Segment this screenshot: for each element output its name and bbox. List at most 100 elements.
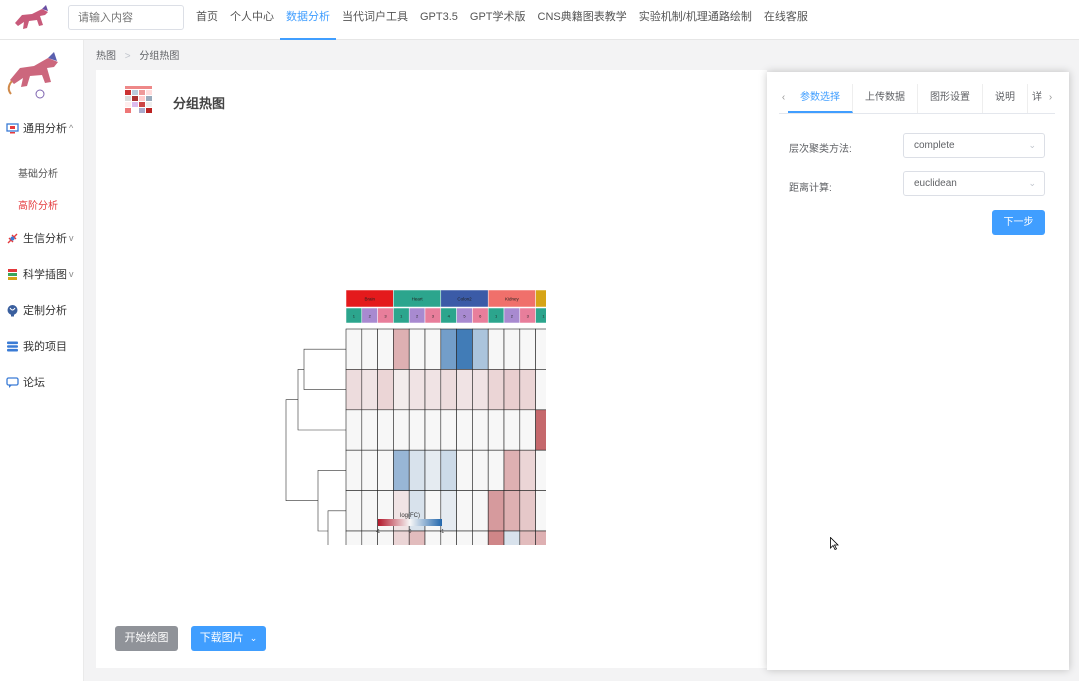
heatmap-cell <box>519 369 536 411</box>
heatmap-cell <box>345 409 363 451</box>
heatmap-cell <box>408 409 426 451</box>
sidebar-group-forum[interactable]: 论坛 <box>6 374 45 390</box>
sidebar-group-custom-analysis[interactable]: 定制分析 <box>6 302 67 318</box>
heatmap-cell <box>361 328 378 370</box>
heatmap-cell <box>487 449 505 491</box>
heatmap-cell <box>456 449 473 491</box>
distance-metric-value: euclidean <box>914 178 957 189</box>
main-content: 分组热图 BrainHeartColon2KidneyLiverWkdSub 1… <box>96 70 767 668</box>
tab-scroll-left-icon[interactable]: ‹ <box>779 84 788 113</box>
settings-panel: ‹ 参数选择 上传数据 图形设置 说明 详 › 层次聚类方法: complete… <box>767 72 1069 670</box>
chevron-down-icon: ⌄ <box>1028 178 1036 188</box>
heatmap-cell <box>519 328 536 370</box>
heatmap-cell <box>424 328 442 370</box>
heatmap-cell <box>503 369 521 411</box>
heatmap-cell <box>472 328 489 370</box>
heatmap-cell <box>345 530 363 545</box>
heatmap-cell <box>519 490 536 532</box>
tab-parameters[interactable]: 参数选择 <box>788 84 853 113</box>
tab-upload-data[interactable]: 上传数据 <box>853 84 918 113</box>
chevron-down-icon: ⌄ <box>249 633 258 643</box>
heatmap-cell <box>345 369 363 411</box>
heatmap-cell <box>472 369 489 411</box>
tab-scroll-right-icon[interactable]: › <box>1046 84 1055 113</box>
sidebar-group-my-projects[interactable]: 我的项目 <box>6 338 67 354</box>
heatmap-cell <box>440 449 457 491</box>
legend-max-label: -1 <box>440 529 445 535</box>
heatmap-cell <box>393 449 410 491</box>
clustering-method-select[interactable]: complete ⌄ <box>903 133 1045 158</box>
nav-item[interactable]: GPT学术版 <box>464 0 532 40</box>
chevron-down-icon: v <box>69 269 74 279</box>
heatmap-cell <box>440 490 457 532</box>
top-bar: 首页个人中心数据分析当代词户工具GPT3.5GPT学术版CNS典籍图表教学实验机… <box>0 0 1079 40</box>
heatmap-cell <box>345 490 363 532</box>
chevron-up-icon: ^ <box>69 123 74 133</box>
mouse-cursor-icon <box>830 537 839 550</box>
heatmap-cell <box>424 409 442 451</box>
tab-figure-settings[interactable]: 图形设置 <box>918 84 983 113</box>
breadcrumb-root[interactable]: 热图 <box>96 51 116 62</box>
nav-item[interactable]: CNS典籍图表教学 <box>532 0 633 40</box>
chevron-down-icon: ⌄ <box>1028 140 1036 150</box>
breadcrumb-separator: > <box>124 51 131 62</box>
heatmap-cell <box>456 530 473 545</box>
tab-details[interactable]: 详 <box>1028 84 1046 113</box>
heatmap-cell <box>472 490 489 532</box>
heatmap-cell <box>535 409 546 451</box>
chevron-down-icon: v <box>69 233 74 243</box>
sidebar-group-label: 生信分析 <box>23 233 67 245</box>
logo-icon[interactable] <box>12 3 54 37</box>
nav-item[interactable]: 数据分析 <box>280 0 336 40</box>
download-image-button[interactable]: 下载图片 ⌄ <box>191 626 266 651</box>
heatmap-cell <box>361 369 378 411</box>
heatmap-cell <box>345 328 363 370</box>
nav-item[interactable]: 在线客服 <box>758 0 814 40</box>
heatmap-cell <box>393 409 410 451</box>
chat-icon <box>6 376 19 388</box>
nav-item[interactable]: 实验机制/机理通路绘制 <box>633 0 758 40</box>
download-label: 下载图片 <box>199 632 244 644</box>
subgroup-annotation-bar: 123123456123123456456 <box>345 307 546 324</box>
sidebar-group-bioinfo[interactable]: 生信分析 v <box>6 230 74 246</box>
heatmap-cell <box>377 409 394 451</box>
clustering-method-value: complete <box>914 140 955 151</box>
brain-icon <box>7 304 18 316</box>
nav-item[interactable]: 当代词户工具 <box>336 0 414 40</box>
heatmap-cell <box>519 449 536 491</box>
distance-metric-select[interactable]: euclidean ⌄ <box>903 171 1045 196</box>
heatmap-cell <box>503 530 521 545</box>
sidebar: 通用分析 ^ 基础分析 高阶分析 生信分析 v 科学插图 v 定制分析 我的项目… <box>0 40 84 681</box>
tab-instructions[interactable]: 说明 <box>983 84 1028 113</box>
clustering-method-label: 层次聚类方法: <box>789 144 852 155</box>
dendrogram-branch <box>285 399 318 502</box>
next-step-button[interactable]: 下一步 <box>992 210 1045 235</box>
sidebar-item-advanced-analysis[interactable]: 高阶分析 <box>18 197 58 212</box>
heatmap-cell <box>440 409 457 451</box>
heatmap-cell <box>424 530 442 545</box>
heatmap-cell <box>393 328 410 370</box>
heatmap-cell <box>393 369 410 411</box>
heatmap-cell <box>472 449 489 491</box>
legend-mid-label: 0 <box>409 529 412 535</box>
legend-title: log(FC) <box>400 513 420 519</box>
heatmap-cell <box>456 409 473 451</box>
dendrogram-branch <box>297 369 346 431</box>
heatmap-cell <box>361 490 378 532</box>
dendrogram-branch <box>317 470 346 532</box>
sidebar-item-basic-analysis[interactable]: 基础分析 <box>18 165 58 180</box>
search-input[interactable] <box>68 5 184 30</box>
nav-item[interactable]: 个人中心 <box>224 0 280 40</box>
nav-item[interactable]: GPT3.5 <box>414 0 464 40</box>
sidebar-group-scientific-illustration[interactable]: 科学插图 v <box>6 266 74 282</box>
sidebar-group-general[interactable]: 通用分析 ^ <box>6 120 73 136</box>
heatmap-cell <box>535 328 546 370</box>
nav-item[interactable]: 首页 <box>190 0 224 40</box>
heatmap-cell <box>519 409 536 451</box>
start-plot-button[interactable]: 开始绘图 <box>115 626 178 651</box>
heatmap-cell <box>408 449 426 491</box>
sidebar-group-label: 科学插图 <box>23 269 67 281</box>
heatmap-cell <box>535 530 546 545</box>
heatmap-cell <box>377 328 394 370</box>
dendrogram-branch <box>327 510 346 545</box>
